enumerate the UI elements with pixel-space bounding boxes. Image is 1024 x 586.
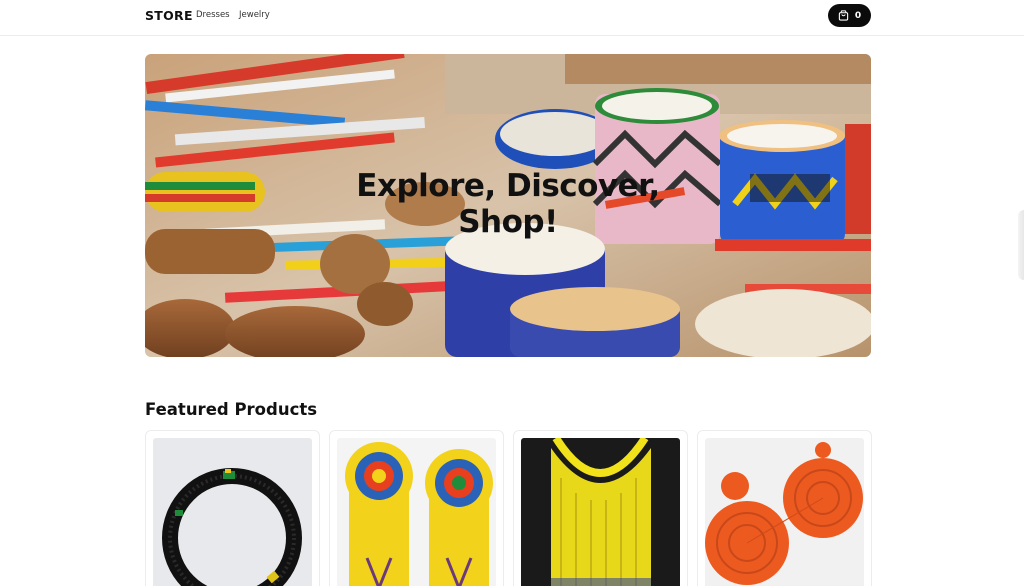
shopping-bag-icon [838,10,849,21]
hero-banner: Explore, Discover, Shop! [145,54,871,357]
cart-button[interactable]: 0 [828,4,871,27]
nav-link-dresses[interactable]: Dresses [196,10,230,20]
site-header: STORE Dresses Jewelry 0 [0,0,1024,36]
cart-count-badge: 0 [854,10,862,21]
product-card[interactable] [513,430,688,586]
nav-link-jewelry[interactable]: Jewelry [239,10,270,20]
product-image [521,438,680,586]
product-image [705,438,864,586]
hero-title: Explore, Discover, Shop! [145,168,871,240]
featured-products-heading: Featured Products [145,400,318,419]
product-card[interactable] [697,430,872,586]
product-image [153,438,312,586]
hero-title-line-1: Explore, Discover, [356,168,660,204]
hero-title-line-2: Shop! [458,204,558,240]
scroll-edge-indicator [1018,210,1024,280]
brand-logo[interactable]: STORE [145,8,193,23]
product-image [337,438,496,586]
product-card[interactable] [329,430,504,586]
product-card[interactable] [145,430,320,586]
